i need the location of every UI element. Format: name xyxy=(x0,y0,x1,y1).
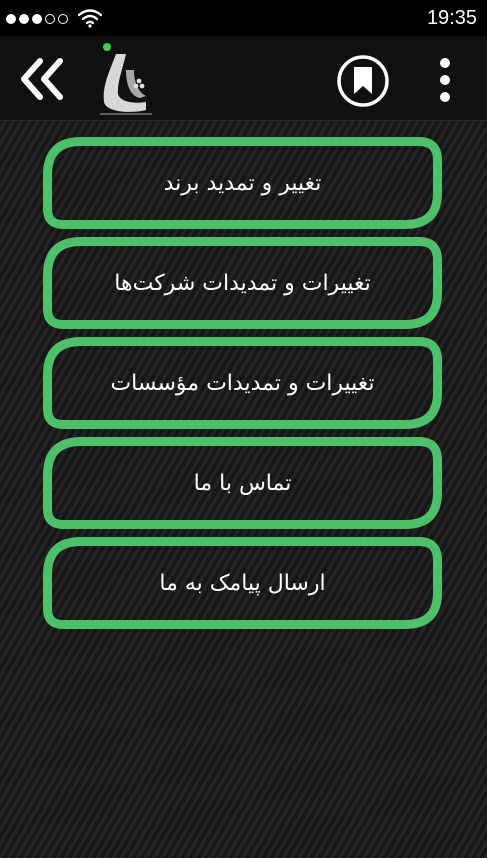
menu-item-label: تغییرات و تمدیدات شرکت‌ها xyxy=(114,270,371,296)
menu-item-label: تغییر و تمدید برند xyxy=(163,170,322,196)
more-vertical-icon[interactable] xyxy=(432,56,458,104)
signal-dots-icon xyxy=(6,12,68,26)
signal-dot xyxy=(6,14,16,24)
menu-item-brand-renewal[interactable]: تغییر و تمدید برند xyxy=(43,137,442,229)
signal-dot xyxy=(45,14,55,24)
menu-item-contact-us[interactable]: تماس با ما xyxy=(43,437,442,529)
double-chevron-left-icon[interactable] xyxy=(18,56,68,102)
main-menu: تغییر و تمدید برند تغییرات و تمدیدات شرک… xyxy=(43,137,442,637)
menu-item-send-sms[interactable]: ارسال پیامک به ما xyxy=(43,537,442,629)
menu-item-label: ارسال پیامک به ما xyxy=(159,570,326,596)
status-time: 19:35 xyxy=(426,7,477,29)
signal-dot xyxy=(58,14,68,24)
app-logo xyxy=(100,43,152,115)
menu-item-company-changes[interactable]: تغییرات و تمدیدات شرکت‌ها xyxy=(43,237,442,329)
bookmark-icon[interactable] xyxy=(334,54,392,108)
menu-item-label: تغییرات و تمدیدات مؤسسات xyxy=(110,370,375,396)
app-header xyxy=(0,36,487,121)
wifi-icon xyxy=(78,9,102,28)
menu-item-institution-changes[interactable]: تغییرات و تمدیدات مؤسسات xyxy=(43,337,442,429)
status-bar: 19:35 xyxy=(0,0,487,36)
signal-dot xyxy=(19,14,29,24)
signal-dot xyxy=(32,14,42,24)
menu-item-label: تماس با ما xyxy=(193,470,292,496)
